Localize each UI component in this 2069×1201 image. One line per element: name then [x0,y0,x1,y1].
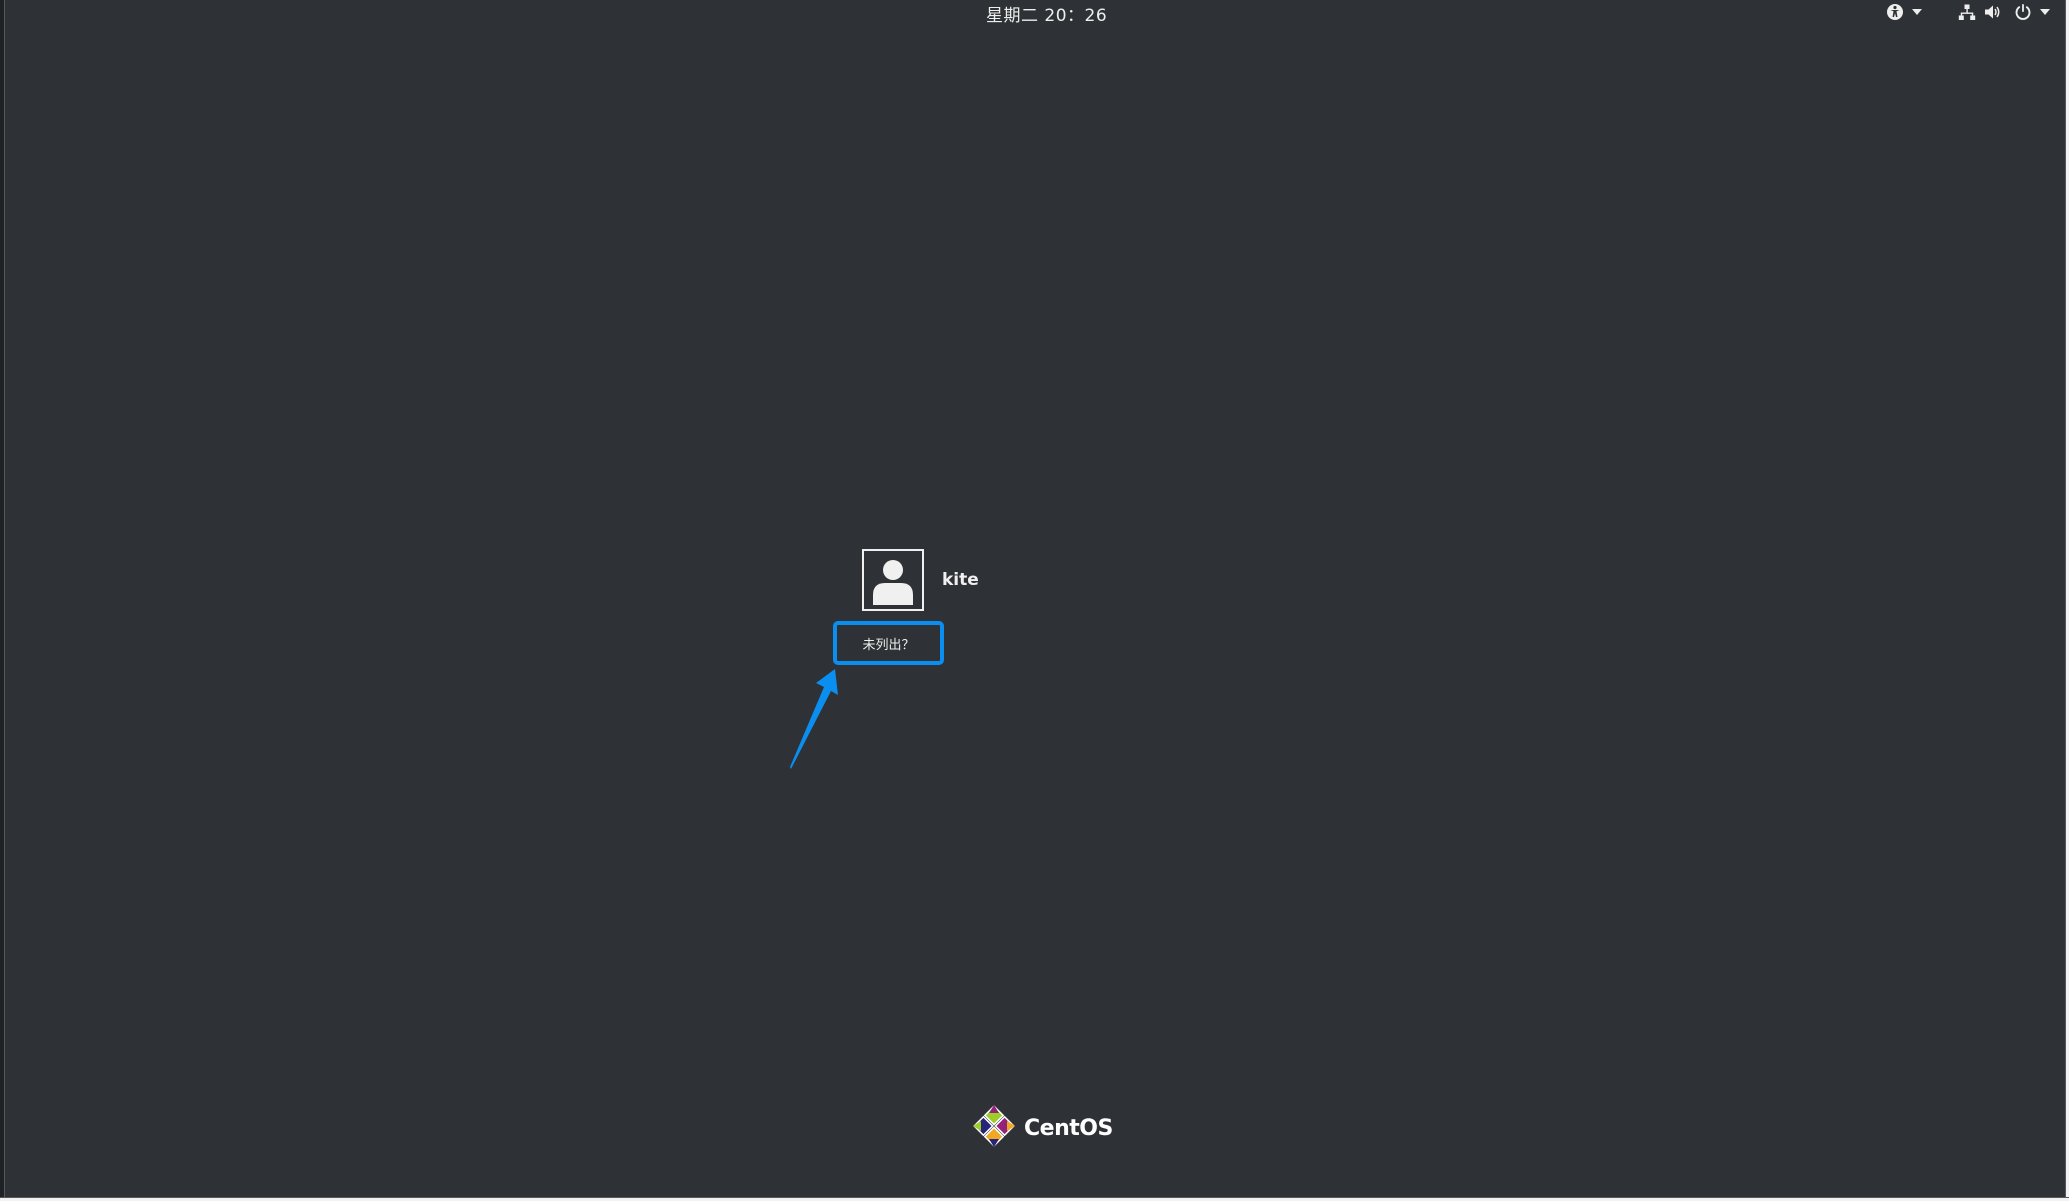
centos-wordmark: CentOS [1024,1115,1113,1141]
window-frame-left [0,0,5,1201]
window-frame-right [2065,0,2069,1201]
not-listed-button[interactable]: 未列出？ [862,634,914,653]
user-avatar-icon [868,553,918,609]
highlight-box: 未列出？ [833,621,944,665]
chevron-down-icon [2040,9,2050,15]
login-screen: 星期二 20：26 kite 未列出？ CentOS [0,0,2069,1201]
clock[interactable]: 星期二 20：26 [986,1,1107,26]
top-bar: 星期二 20：26 [4,0,2065,26]
centos-logo-icon [972,1104,1016,1152]
volume-icon [1984,3,2002,21]
accessibility-menu[interactable] [1886,2,1922,22]
user-list-item[interactable]: kite [862,549,979,611]
system-status-menu[interactable] [1958,2,2050,22]
user-name: kite [942,570,979,590]
user-avatar [862,549,924,611]
network-wired-icon [1958,3,1976,21]
centos-logo: CentOS [972,1104,1113,1152]
power-icon [2014,3,2032,21]
accessibility-icon [1886,3,1904,21]
window-frame-bottom [0,1197,2069,1201]
annotation-arrow [782,665,842,775]
chevron-down-icon [1912,9,1922,15]
